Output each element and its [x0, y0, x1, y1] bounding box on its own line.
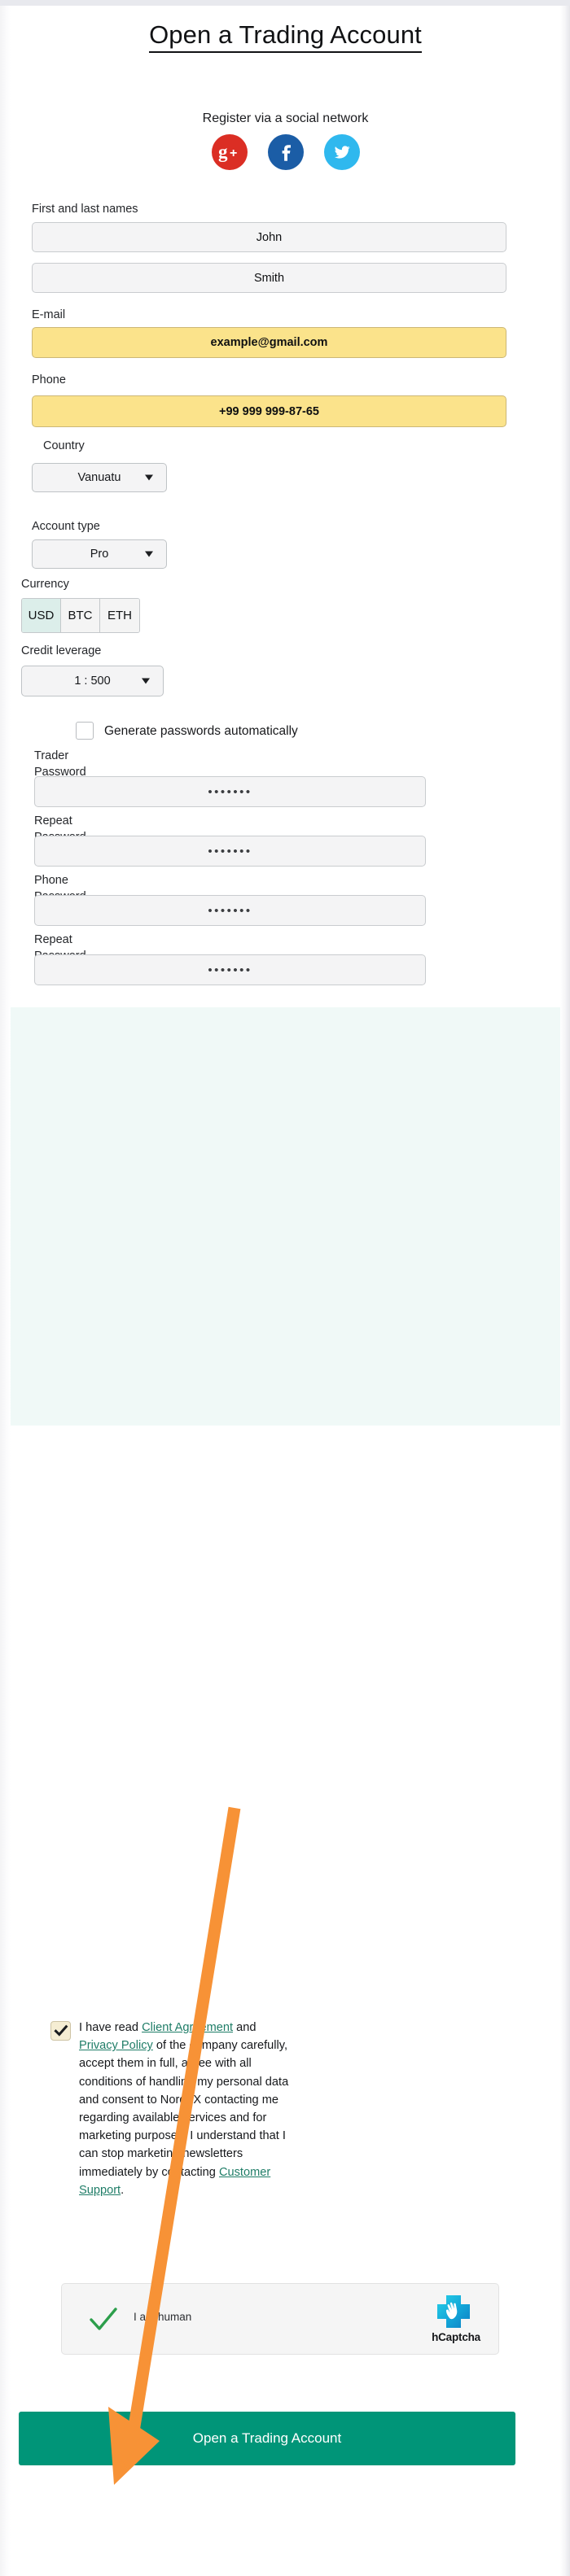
hcaptcha-widget[interactable]: I am human hCaptcha [61, 2283, 499, 2355]
country-label: Country [43, 439, 85, 452]
email-label: E-mail [32, 308, 66, 321]
currency-option-eth[interactable]: ETH [100, 599, 139, 632]
captcha-checkmark-icon [90, 2307, 117, 2330]
country-select-value: Vanuatu [77, 471, 121, 484]
currency-label: Currency [21, 578, 69, 591]
generate-passwords-label: Generate passwords automatically [104, 724, 298, 738]
phone-label: Phone [32, 373, 66, 386]
hcaptcha-brand-label: hCaptcha [432, 2331, 480, 2343]
agreement-part-2: and [233, 2021, 256, 2034]
google-plus-glyph: g + [218, 142, 237, 162]
registration-page: Open a Trading Account Register via a so… [0, 0, 570, 2576]
chevron-down-icon [145, 474, 153, 481]
country-select[interactable]: Vanuatu [32, 463, 167, 492]
account-type-select[interactable]: Pro [32, 539, 167, 569]
social-register-heading: Register via a social network [202, 111, 369, 125]
currency-option-usd[interactable]: USD [22, 599, 61, 632]
phone-repeat-input[interactable]: ••••••• [34, 954, 426, 985]
leverage-label: Credit leverage [21, 644, 102, 657]
open-trading-account-button[interactable]: Open a Trading Account [19, 2412, 515, 2465]
currency-option-btc[interactable]: BTC [61, 599, 100, 632]
names-label: First and last names [32, 203, 138, 216]
leverage-select-value: 1 : 500 [74, 675, 111, 688]
trader-repeat-input[interactable]: ••••••• [34, 836, 426, 867]
agreement-checkbox[interactable] [50, 2021, 71, 2041]
account-type-label: Account type [32, 520, 100, 533]
chevron-down-icon [145, 551, 153, 557]
browser-top-band [0, 0, 570, 6]
facebook-icon[interactable] [267, 134, 304, 170]
chevron-down-icon [142, 678, 150, 684]
email-input[interactable]: example@gmail.com [32, 327, 506, 358]
agreement-part-3: of the company carefully, accept them in… [79, 2039, 289, 2179]
generate-passwords-checkbox[interactable] [76, 722, 94, 740]
page-left-edge [0, 6, 11, 2576]
client-agreement-link[interactable]: Client Agreement [142, 2021, 233, 2034]
phone-password-input[interactable]: ••••••• [34, 895, 426, 926]
last-name-input[interactable]: Smith [32, 263, 506, 293]
checkmark-icon [53, 2024, 68, 2037]
agreement-text: I have read Client Agreement and Privacy… [79, 2019, 289, 2199]
first-name-input[interactable]: John [32, 222, 506, 252]
captcha-label: I am human [134, 2311, 192, 2323]
currency-toggle-group: USD BTC ETH [21, 598, 140, 633]
agreement-part-4: . [121, 2183, 125, 2197]
page-right-edge [560, 6, 570, 2576]
account-type-select-value: Pro [90, 548, 109, 561]
trader-password-input[interactable]: ••••••• [34, 776, 426, 807]
social-buttons-row: g + [11, 134, 560, 170]
facebook-glyph [282, 145, 291, 161]
hcaptcha-logo-icon [437, 2295, 470, 2328]
twitter-icon[interactable] [323, 134, 360, 170]
agreement-part-1: I have read [79, 2021, 142, 2034]
page-title: Open a Trading Account [11, 20, 560, 53]
privacy-policy-link[interactable]: Privacy Policy [79, 2039, 153, 2052]
svg-text:g: g [218, 142, 228, 162]
page-title-text: Open a Trading Account [149, 20, 422, 53]
phone-input[interactable]: +99 999 999-87-65 [32, 395, 506, 427]
twitter-glyph [334, 146, 350, 159]
account-settings-section [11, 1007, 560, 1426]
leverage-select[interactable]: 1 : 500 [21, 666, 164, 696]
svg-text:+: + [230, 146, 237, 160]
trader-password-label: Trader Password [34, 749, 86, 779]
google-plus-icon[interactable]: g + [211, 134, 248, 170]
